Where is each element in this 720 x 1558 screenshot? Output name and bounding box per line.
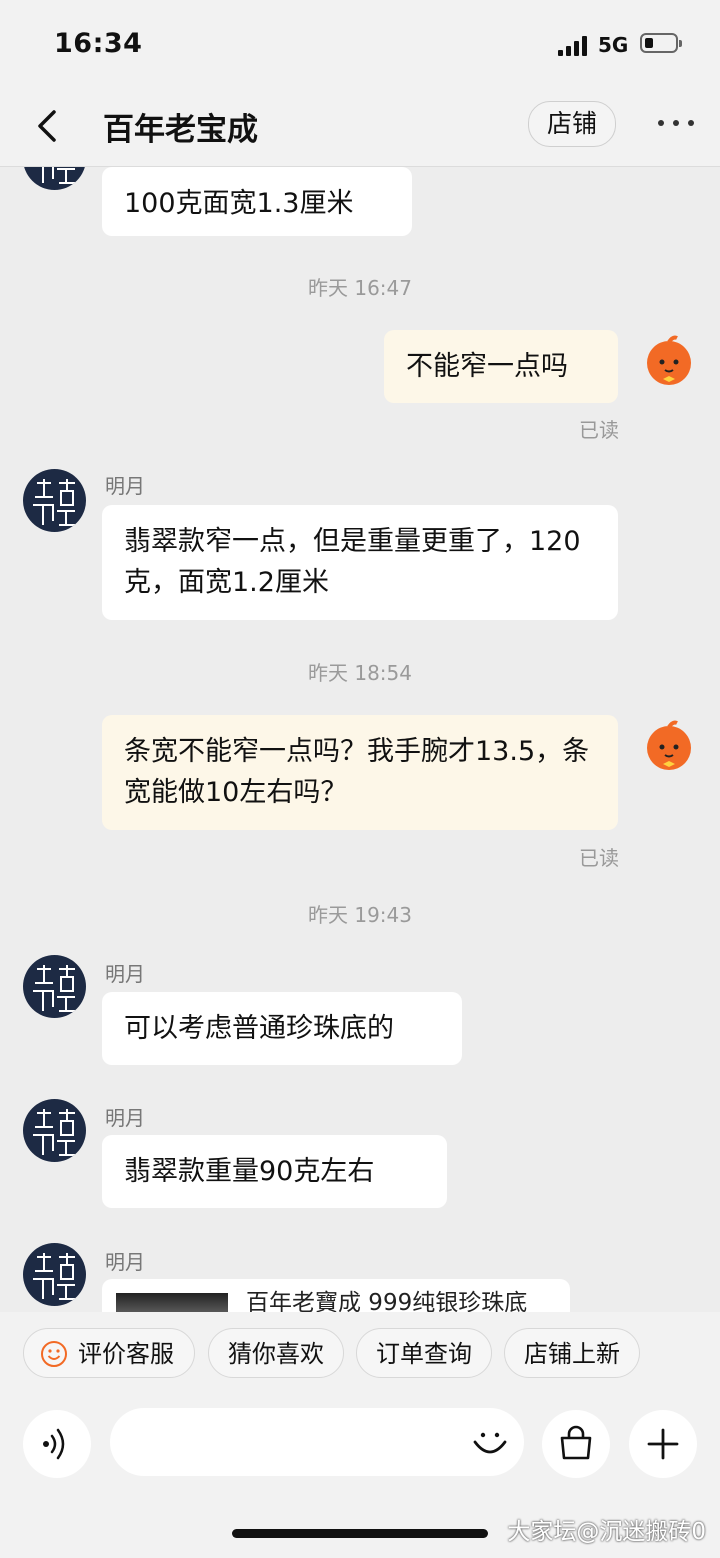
shopping-bag-icon	[560, 1425, 592, 1460]
message-bubble[interactable]: 100克面宽1.3厘米	[102, 167, 412, 236]
message-bubble[interactable]: 可以考虑普通珍珠底的	[102, 992, 462, 1065]
sender-name: 明月	[105, 962, 145, 986]
signal-icon	[558, 36, 590, 56]
shop-avatar[interactable]	[23, 955, 86, 1018]
guess-you-like-button[interactable]: 猜你喜欢	[208, 1328, 344, 1378]
product-card[interactable]: 百年老寶成 999纯银珍珠底	[102, 1279, 570, 1312]
shop-avatar[interactable]	[23, 469, 86, 532]
shop-avatar[interactable]	[23, 1099, 86, 1162]
user-avatar-mascot[interactable]	[641, 333, 697, 389]
back-arrow-icon[interactable]	[30, 106, 70, 146]
status-time: 16:34	[54, 28, 143, 59]
more-icon[interactable]	[656, 112, 696, 132]
message-input[interactable]	[110, 1408, 524, 1476]
read-status: 已读	[579, 418, 619, 442]
my-message-bubble[interactable]: 条宽不能窄一点吗？我手腕才13.5，条宽能做10左右吗？	[102, 715, 618, 830]
timestamp: 昨天 19:43	[308, 903, 412, 927]
sender-name: 明月	[105, 474, 145, 498]
shop-button[interactable]: 店铺	[528, 101, 616, 147]
battery-icon	[640, 33, 682, 53]
product-title: 百年老寶成 999纯银珍珠底	[246, 1290, 528, 1312]
smile-icon	[41, 1341, 67, 1367]
sender-name: 明月	[105, 1106, 145, 1130]
order-query-button[interactable]: 订单查询	[356, 1328, 492, 1378]
input-bar: 大家坛@沉迷搬砖0	[0, 1396, 720, 1558]
message-list[interactable]: 100克面宽1.3厘米 昨天 16:47 不能窄一点吗 已读 明月 翡翠款窄一点…	[0, 167, 720, 1312]
rate-service-label: 评价客服	[78, 1340, 174, 1368]
chat-header: 百年老宝成 店铺	[0, 90, 720, 167]
shop-avatar[interactable]	[23, 167, 86, 190]
timestamp: 昨天 16:47	[308, 276, 412, 300]
add-button[interactable]	[629, 1410, 697, 1478]
message-bubble[interactable]: 翡翠款窄一点，但是重量更重了，120克，面宽1.2厘米	[102, 505, 618, 620]
status-bar: 16:34 5G	[0, 0, 720, 90]
voice-button[interactable]	[23, 1410, 91, 1478]
quick-actions-bar: 评价客服 猜你喜欢 订单查询 店铺上新	[0, 1312, 720, 1396]
user-avatar-mascot[interactable]	[641, 718, 697, 774]
home-indicator	[232, 1529, 488, 1538]
plus-icon	[647, 1428, 679, 1460]
shop-avatar[interactable]	[23, 1243, 86, 1306]
rate-service-button[interactable]: 评价客服	[23, 1328, 195, 1378]
voice-icon	[43, 1428, 65, 1460]
message-bubble[interactable]: 翡翠款重量90克左右	[102, 1135, 447, 1208]
shop-new-arrivals-button[interactable]: 店铺上新	[504, 1328, 640, 1378]
my-message-bubble[interactable]: 不能窄一点吗	[384, 330, 618, 403]
emoji-icon[interactable]	[470, 1422, 510, 1462]
chat-title: 百年老宝成	[103, 112, 258, 148]
watermark: 大家坛@沉迷搬砖0	[507, 1519, 706, 1545]
network-type: 5G	[598, 33, 629, 57]
shopping-bag-button[interactable]	[542, 1410, 610, 1478]
product-thumbnail	[116, 1293, 228, 1312]
sender-name: 明月	[105, 1250, 145, 1274]
timestamp: 昨天 18:54	[308, 661, 412, 685]
read-status: 已读	[579, 846, 619, 870]
